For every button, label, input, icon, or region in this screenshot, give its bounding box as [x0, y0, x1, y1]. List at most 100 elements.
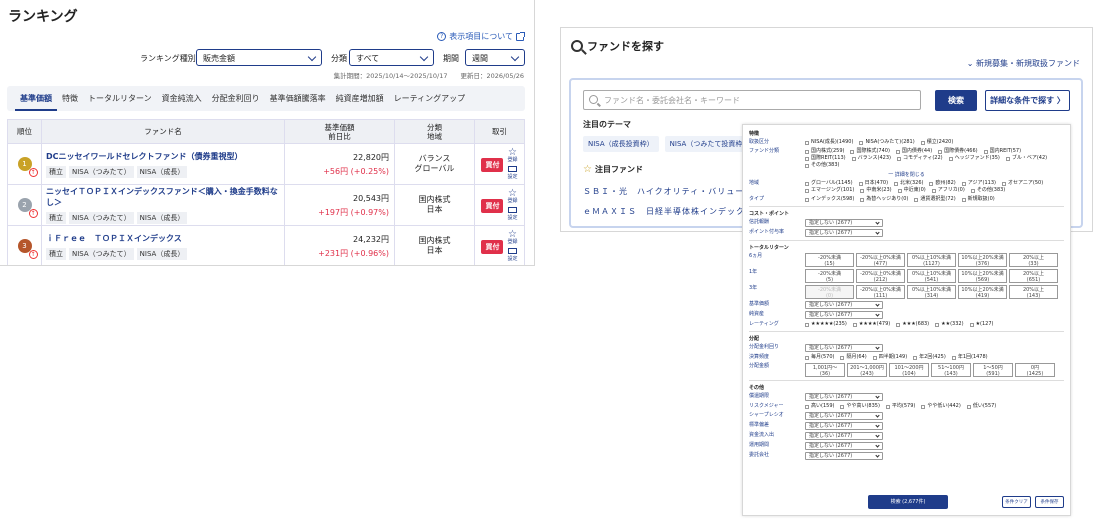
checkbox[interactable]	[896, 322, 901, 327]
freq-option[interactable]: 四半期(149)	[872, 354, 907, 361]
risk-option[interactable]: やや低い(442)	[921, 403, 961, 410]
category-select[interactable]: すべて	[349, 49, 434, 66]
detail-search-button[interactable]: 詳細な条件で探す 〉	[985, 90, 1070, 111]
buy-button[interactable]: 買付	[481, 239, 504, 254]
focus-fund-link[interactable]: ｅＭＡＸＩＳ 日経半導体株インデックス	[583, 206, 754, 217]
stddev-select[interactable]: 指定しない (2677)	[805, 422, 883, 430]
risk-option[interactable]: やや高い(835)	[840, 403, 880, 410]
risk-option[interactable]: 高い(159)	[805, 403, 834, 410]
tab-total-return[interactable]: トータルリターン	[83, 86, 157, 111]
region-option[interactable]: エマージング(101)	[805, 187, 854, 194]
region-option[interactable]: アジア(113)	[961, 180, 996, 187]
flow-select[interactable]: 指定しない (2677)	[805, 432, 883, 440]
checkbox[interactable]	[805, 188, 809, 193]
risk-option[interactable]: 平均(579)	[885, 403, 915, 410]
ranking-type-select[interactable]: 販売金額	[196, 49, 322, 66]
category-option[interactable]: バランス(423)	[851, 155, 891, 162]
checkbox[interactable]	[938, 149, 943, 154]
checkbox[interactable]	[850, 149, 855, 154]
checkbox[interactable]	[1005, 156, 1010, 161]
checkbox[interactable]	[914, 197, 919, 202]
mail-icon[interactable]	[507, 207, 517, 213]
save-condition-button[interactable]: 条件保存	[1035, 496, 1064, 508]
category-option[interactable]: 国際債券(466)	[938, 148, 978, 155]
tab-nav[interactable]: 基準価額	[15, 86, 57, 111]
checkbox[interactable]	[920, 140, 925, 145]
region-option[interactable]: アフリカ(0)	[931, 187, 965, 194]
nisa-option[interactable]: NISA(成長)(1490)	[805, 139, 853, 146]
checkbox[interactable]	[805, 163, 809, 168]
amount-cell[interactable]: 1,001円〜 (36)	[805, 363, 845, 377]
rating-option[interactable]: ★★★(683)	[896, 321, 929, 328]
rating-option[interactable]: ★(127)	[969, 321, 994, 328]
checkbox[interactable]	[970, 188, 975, 193]
checkbox[interactable]	[840, 404, 845, 409]
amount-cell[interactable]: 101〜200円 (104)	[889, 363, 929, 377]
freq-option[interactable]: 毎月(570)	[805, 354, 834, 361]
risk-option[interactable]: 低い(557)	[966, 403, 996, 410]
checkbox[interactable]	[860, 188, 865, 193]
checkbox[interactable]	[858, 181, 863, 186]
nisa-option[interactable]: 積立(2420)	[920, 139, 953, 146]
help-link[interactable]: ? 表示項目について	[437, 31, 525, 42]
category-option[interactable]: その他(383)	[805, 162, 839, 169]
category-option[interactable]: 国内株式(259)	[805, 148, 844, 155]
company-select[interactable]: 指定しない (2677)	[805, 452, 883, 460]
checkbox[interactable]	[983, 149, 988, 154]
type-option[interactable]: 通貨選択型(72)	[914, 196, 956, 203]
tab-feature[interactable]: 特徴	[57, 86, 83, 111]
return-6m-cell[interactable]: -20%未満 (15)	[805, 253, 854, 267]
checkbox[interactable]	[896, 156, 901, 161]
return-1y-cell[interactable]: 10%以上20%未満 (569)	[958, 269, 1007, 283]
category-option[interactable]: ヘッジファンド(35)	[948, 155, 1000, 162]
return-6m-cell[interactable]: 20%以上 (33)	[1009, 253, 1058, 267]
mail-icon[interactable]	[507, 248, 517, 254]
checkbox[interactable]	[885, 404, 890, 409]
return-3y-cell[interactable]: 10%以上20%未満 (419)	[958, 285, 1007, 299]
checkbox[interactable]	[948, 156, 953, 161]
freq-option[interactable]: 年1回(1478)	[951, 354, 988, 361]
amount-cell[interactable]: 0円 (1425)	[1015, 363, 1055, 377]
checkbox[interactable]	[931, 188, 936, 193]
tab-asset-increase[interactable]: 純資産増加額	[331, 86, 389, 111]
return-6m-cell[interactable]: 0%以上10%未満 (1127)	[907, 253, 956, 267]
return-1y-cell[interactable]: 0%以上10%未満 (541)	[907, 269, 956, 283]
region-option[interactable]: 中南米(23)	[860, 187, 892, 194]
return-1y-cell[interactable]: -20%以上0%未満 (212)	[856, 269, 905, 283]
checkbox[interactable]	[805, 322, 809, 327]
fee-select[interactable]: 指定しない (2677)	[805, 219, 883, 227]
maturity-select[interactable]: 指定しない (2677)	[805, 393, 883, 401]
checkbox[interactable]	[851, 156, 856, 161]
return-3y-cell[interactable]: -20%以上0%未満 (111)	[856, 285, 905, 299]
checkbox[interactable]	[872, 355, 877, 360]
checkbox[interactable]	[961, 181, 966, 186]
checkbox[interactable]	[805, 140, 809, 145]
region-option[interactable]: 北米(326)	[894, 180, 923, 187]
region-option[interactable]: 欧州(82)	[929, 180, 956, 187]
region-option[interactable]: 中近東(0)	[897, 187, 926, 194]
return-6m-cell[interactable]: -20%以上0%未満 (477)	[856, 253, 905, 267]
rating-option[interactable]: ★★(332)	[935, 321, 964, 328]
tab-dist-yield[interactable]: 分配金利回り	[207, 86, 265, 111]
checkbox[interactable]	[913, 355, 918, 360]
checkbox[interactable]	[966, 404, 971, 409]
region-option[interactable]: オセアニア(50)	[1002, 180, 1043, 187]
checkbox[interactable]	[805, 156, 809, 161]
fund-search-input[interactable]: ファンド名・委託会社名・キーワード	[583, 90, 921, 110]
category-option[interactable]: コモディティ(22)	[896, 155, 943, 162]
checkbox[interactable]	[921, 404, 926, 409]
rating-option[interactable]: ★★★★★(235)	[805, 321, 847, 328]
region-option[interactable]: 日本(470)	[858, 180, 888, 187]
mail-icon[interactable]	[507, 166, 517, 172]
checkbox[interactable]	[894, 181, 899, 186]
buy-button[interactable]: 買付	[481, 157, 504, 172]
theme-tag[interactable]: NISA（つみたて投資枠）	[664, 136, 755, 152]
sharpe-select[interactable]: 指定しない (2677)	[805, 412, 883, 420]
checkbox[interactable]	[895, 149, 900, 154]
fund-name-link[interactable]: ｉＦｒｅｅ ＴＯＰＩＸインデックス	[42, 233, 284, 244]
checkbox[interactable]	[1002, 181, 1006, 186]
checkbox[interactable]	[860, 197, 865, 202]
amount-cell[interactable]: 1〜50円 (591)	[973, 363, 1013, 377]
rating-option[interactable]: ★★★★(479)	[852, 321, 890, 328]
checkbox[interactable]	[951, 355, 956, 360]
